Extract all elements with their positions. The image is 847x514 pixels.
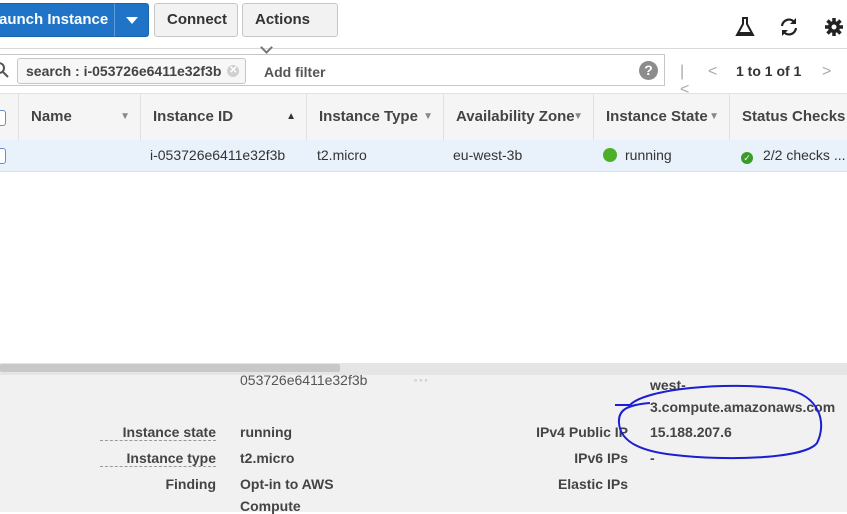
- instance-state-detail-value: running: [240, 424, 293, 440]
- launch-instance-button[interactable]: aunch Instance: [0, 3, 115, 37]
- finding-label: Finding: [165, 476, 216, 492]
- public-dns-value-line1: west-: [650, 377, 686, 393]
- elastic-ips-label: Elastic IPs: [557, 476, 628, 492]
- check-icon: ✓: [741, 152, 753, 164]
- search-icon: [0, 62, 9, 78]
- prev-page-icon[interactable]: <: [708, 63, 717, 81]
- resize-grip[interactable]: ◦◦◦: [414, 375, 430, 385]
- col-instance-type[interactable]: Instance Type ▼: [306, 94, 443, 140]
- sort-icon: ▼: [120, 111, 130, 122]
- refresh-icon[interactable]: [778, 16, 800, 38]
- sort-icon: ▼: [573, 111, 583, 122]
- sort-asc-icon: ▲: [286, 111, 296, 122]
- filter-bar: search : i-053726e6411e32f3b ✕ Add filte…: [0, 54, 847, 98]
- top-toolbar: aunch Instance Connect Actions: [0, 0, 847, 54]
- ipv4-public-ip-label: IPv4 Public IP: [536, 424, 628, 440]
- instance-state-detail-label: Instance state: [100, 424, 216, 441]
- running-status-icon: [603, 148, 617, 162]
- flask-icon[interactable]: [734, 16, 756, 38]
- cell-instance-state: running: [603, 140, 729, 171]
- finding-value: Opt-in to AWS: [240, 476, 334, 492]
- add-filter-placeholder[interactable]: Add filter: [264, 64, 325, 80]
- launch-instance-dropdown[interactable]: [114, 3, 149, 37]
- filter-token-label: search : i-053726e6411e32f3b: [26, 63, 222, 79]
- col-instance-type-label: Instance Type: [319, 108, 418, 125]
- public-dns-value-line2: 3.compute.amazonaws.com: [650, 399, 836, 415]
- filter-token[interactable]: search : i-053726e6411e32f3b ✕: [17, 58, 247, 84]
- remove-filter-icon[interactable]: ✕: [227, 65, 240, 77]
- instance-type-detail-value: t2.micro: [240, 450, 295, 466]
- horizontal-scrollbar[interactable]: [0, 364, 340, 372]
- actions-label: Actions: [255, 11, 311, 28]
- col-name[interactable]: Name ▼: [18, 94, 140, 140]
- actions-button[interactable]: Actions: [242, 3, 338, 54]
- col-instance-state-label: Instance State: [606, 108, 708, 125]
- ipv6-ips-label: IPv6 IPs: [574, 450, 628, 466]
- cell-instance-type: t2.micro: [317, 147, 367, 163]
- ipv6-ips-value: -: [650, 450, 655, 466]
- table-header: Name ▼ Instance ID ▲ Instance Type ▼ Availa…: [0, 93, 847, 141]
- col-name-label: Name: [31, 108, 72, 125]
- next-page-icon[interactable]: >: [822, 63, 831, 81]
- ipv4-public-ip-value: 15.188.207.6: [650, 424, 732, 440]
- cell-name: [30, 140, 140, 171]
- select-all-checkbox[interactable]: [0, 110, 6, 126]
- col-instance-id[interactable]: Instance ID ▲: [140, 94, 306, 140]
- instance-state-label: running: [625, 147, 672, 163]
- pager-range: 1 to 1 of 1: [736, 63, 802, 79]
- cell-availability-zone: eu-west-3b: [453, 147, 523, 163]
- instance-type-detail-label: Instance type: [100, 450, 216, 467]
- gear-icon[interactable]: [823, 16, 845, 38]
- chevron-down-icon: [260, 41, 273, 54]
- col-instance-id-label: Instance ID: [153, 108, 234, 125]
- col-status-checks[interactable]: Status Checks: [729, 94, 847, 140]
- help-icon[interactable]: ?: [639, 61, 658, 80]
- status-checks-label: 2/2 checks ...: [763, 147, 846, 163]
- col-instance-state[interactable]: Instance State ▼: [593, 94, 729, 140]
- col-availability-zone[interactable]: Availability Zone ▼: [443, 94, 593, 140]
- table-row[interactable]: i-053726e6411e32f3b t2.micro eu-west-3b …: [0, 140, 847, 172]
- sort-icon: ▼: [423, 111, 433, 122]
- cell-instance-id: i-053726e6411e32f3b: [150, 147, 286, 163]
- instance-id-value: 053726e6411e32f3b: [240, 372, 368, 386]
- row-checkbox[interactable]: [0, 148, 6, 164]
- sort-icon: ▼: [709, 111, 719, 122]
- search-input[interactable]: search : i-053726e6411e32f3b ✕ Add filte…: [0, 54, 665, 86]
- col-status-checks-label: Status Checks: [742, 108, 846, 125]
- col-availability-zone-label: Availability Zone: [456, 108, 575, 125]
- cell-status-checks: ✓ 2/2 checks ...: [741, 140, 847, 171]
- connect-button[interactable]: Connect: [154, 3, 238, 37]
